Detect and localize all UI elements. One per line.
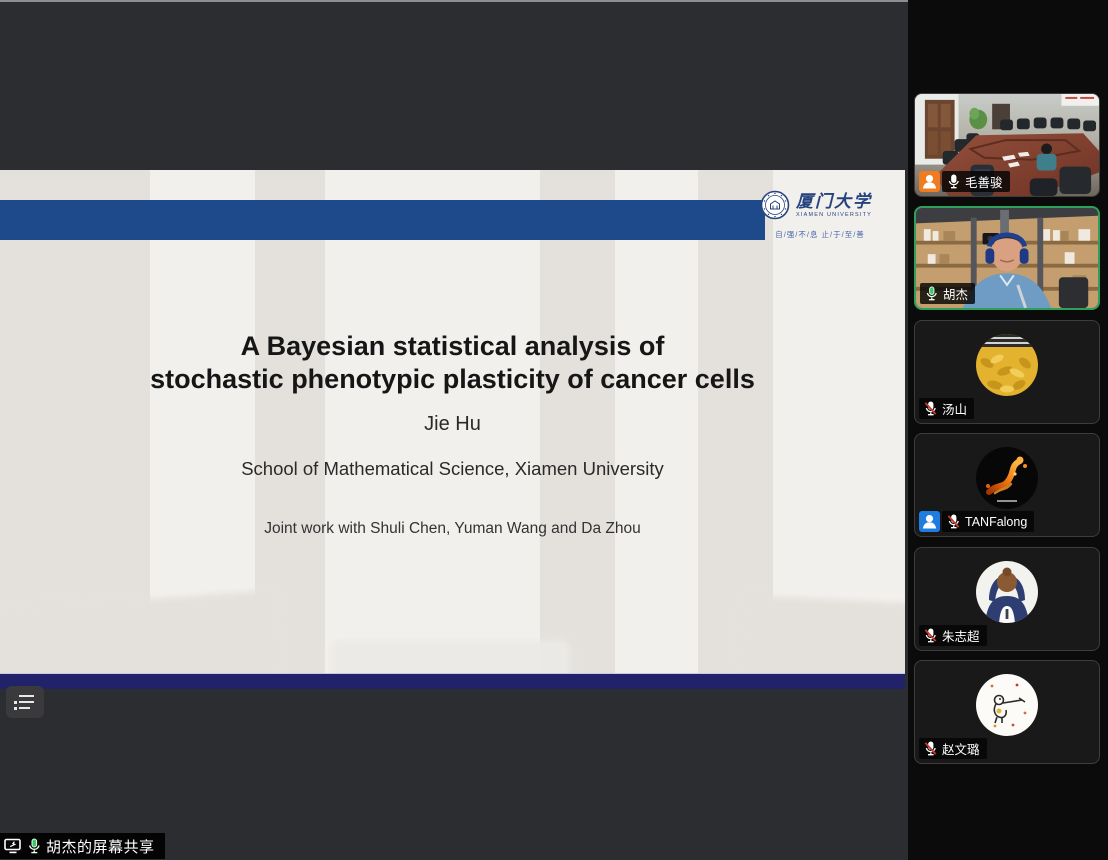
participant-name: 毛善骏	[965, 172, 1003, 191]
university-name-en: XIAMEN UNIVERSITY	[796, 212, 872, 218]
video-tile-maoshanjun[interactable]: 毛善骏	[914, 93, 1100, 197]
mic-muted-icon	[923, 741, 938, 756]
outline-list-button[interactable]	[6, 686, 44, 718]
xiamen-university-logo: 厦门大学 XIAMEN UNIVERSITY 自/强/不/息 止/于/至/善	[760, 190, 880, 240]
slide-top-blue-bar	[0, 200, 765, 240]
slide-affiliation: School of Mathematical Science, Xiamen U…	[0, 458, 905, 480]
screen-share-label: 胡杰的屏幕共享	[46, 836, 155, 857]
video-tile-hujie[interactable]: 胡杰	[914, 206, 1100, 310]
participant-name: 汤山	[942, 399, 967, 418]
avatar-ink-sketch	[975, 673, 1039, 737]
member-badge	[919, 511, 940, 532]
meeting-window: 厦门大学 XIAMEN UNIVERSITY 自/强/不/息 止/于/至/善 A…	[0, 0, 1108, 860]
slide-title-line2: stochastic phenotypic plasticity of canc…	[0, 363, 905, 396]
participant-name: 朱志超	[942, 626, 980, 645]
avatar-fire-dragon	[975, 446, 1039, 510]
participant-name: 赵文璐	[942, 739, 980, 758]
slide-joint-work: Joint work with Shuli Chen, Yuman Wang a…	[0, 520, 905, 538]
presentation-slide: 厦门大学 XIAMEN UNIVERSITY 自/强/不/息 止/于/至/善 A…	[0, 170, 905, 689]
mic-on-icon	[26, 838, 42, 854]
university-motto: 自/强/不/息 止/于/至/善	[760, 229, 880, 240]
mic-on-icon	[946, 174, 961, 189]
slide-author: Jie Hu	[0, 413, 905, 436]
slide-title-line1: A Bayesian statistical analysis of	[0, 330, 905, 363]
slide-title: A Bayesian statistical analysis of stoch…	[0, 330, 905, 396]
mic-muted-icon	[923, 401, 938, 416]
mic-muted-icon	[946, 514, 961, 529]
participants-video-strip: 毛善骏	[908, 0, 1108, 860]
screen-share-stage: 厦门大学 XIAMEN UNIVERSITY 自/强/不/息 止/于/至/善 A…	[0, 0, 908, 860]
participant-name: 胡杰	[943, 284, 968, 303]
host-badge	[919, 171, 940, 192]
video-tile-zhuzhichao[interactable]: 朱志超	[914, 547, 1100, 651]
screen-share-banner: 胡杰的屏幕共享	[0, 833, 165, 859]
participant-name: TANFalong	[965, 515, 1027, 529]
university-seal-icon	[760, 190, 790, 220]
video-tile-tangshan[interactable]: 汤山	[914, 320, 1100, 424]
mic-speaking-icon	[924, 286, 939, 301]
mic-muted-icon	[923, 628, 938, 643]
avatar-cartoon-back-figure	[975, 560, 1039, 624]
video-tile-tanfalong[interactable]: TANFalong	[914, 433, 1100, 537]
avatar-corn	[975, 333, 1039, 397]
university-name-zh: 厦门大学	[796, 193, 872, 210]
slide-bottom-navy-bar	[0, 673, 905, 689]
screen-share-icon	[4, 838, 22, 854]
video-tile-zhaowenlu[interactable]: 赵文璐	[914, 660, 1100, 764]
